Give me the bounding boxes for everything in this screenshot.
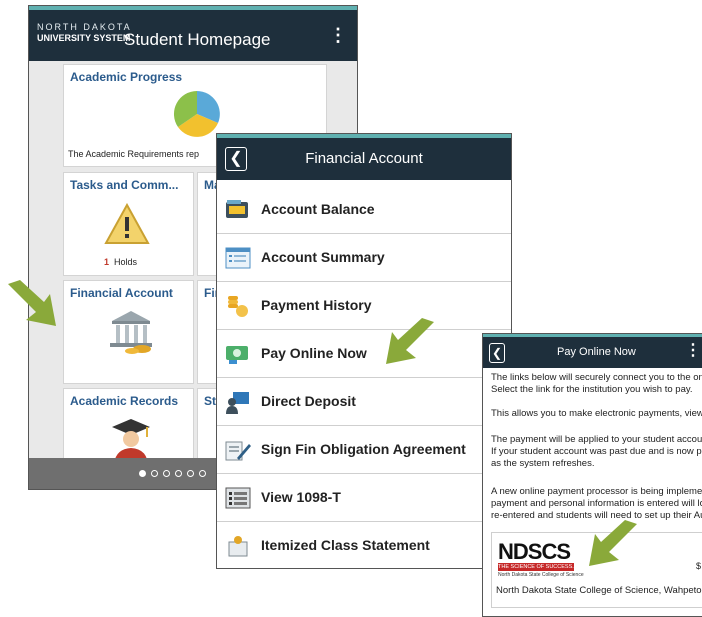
institution-name: North Dakota State College of Science, W… [496, 585, 702, 596]
menu-item-label: Sign Fin Obligation Agreement [261, 441, 466, 457]
page-title: Financial Account [305, 150, 423, 167]
intro-line: The links below will securely connect yo… [491, 372, 702, 383]
tile-academic-records[interactable]: Academic Records [63, 388, 194, 468]
menu-item-label: Account Summary [261, 249, 385, 265]
menu-item-label: Itemized Class Statement [261, 537, 430, 553]
pay-online-header: ❮ Pay Online Now ⋮ [483, 334, 702, 368]
tile-title: Financial Account [70, 286, 173, 300]
menu-item-view-1098t[interactable]: View 1098-T [217, 474, 511, 522]
info-line: This allows you to make electronic payme… [491, 408, 702, 419]
notice-line: payment and personal information is ente… [491, 498, 702, 509]
tile-title: Tasks and Comm... [70, 178, 179, 192]
page-dot[interactable] [163, 470, 170, 477]
page-dot[interactable] [175, 470, 182, 477]
tile-tasks[interactable]: Tasks and Comm... 1 Holds [63, 172, 194, 276]
brand-line-2: UNIVERSITY SYSTEM [37, 33, 131, 43]
sign-icon [225, 441, 251, 461]
pointer-arrow-icon [386, 318, 434, 364]
holds-count: 1 [104, 257, 110, 267]
coins-icon [228, 296, 248, 317]
tile-title: St [204, 394, 216, 408]
menu-item-payment-history[interactable]: Payment History [217, 282, 511, 330]
logo-text: NDSCS [498, 539, 571, 564]
logo-subline: North Dakota State College of Science [498, 572, 584, 578]
page-dot[interactable] [199, 470, 206, 477]
info-line: If your student account was past due and… [491, 446, 702, 457]
page-title: Pay Online Now [557, 346, 636, 358]
menu-item-account-balance[interactable]: Account Balance [217, 186, 511, 234]
info-line: as the system refreshes. [491, 458, 595, 469]
intro-line: Select the link for the institution you … [491, 384, 693, 395]
statement-icon [228, 536, 248, 557]
direct-deposit-icon [226, 392, 249, 414]
summary-icon [225, 247, 251, 269]
financial-header: ❮ Financial Account [217, 134, 511, 180]
page-dot[interactable] [187, 470, 194, 477]
financial-account-screen: ❮ Financial Account Account Balance Acco… [216, 133, 512, 569]
warning-icon [104, 203, 150, 244]
holds-label: Holds [114, 257, 138, 267]
pointer-arrow-icon [8, 280, 56, 326]
tile-title: Academic Progress [70, 70, 183, 84]
menu-item-label: Direct Deposit [261, 393, 356, 409]
pie-chart-icon [173, 90, 220, 137]
amount-fragment: $ [696, 561, 702, 571]
menu-item-label: View 1098-T [261, 489, 341, 505]
brand-line-1: NORTH DAKOTA [37, 22, 132, 32]
wallet-icon [226, 200, 248, 218]
menu-item-direct-deposit[interactable]: Direct Deposit [217, 378, 511, 426]
menu-item-account-summary[interactable]: Account Summary [217, 234, 511, 282]
menu-item-itemized-class-statement[interactable]: Itemized Class Statement [217, 522, 511, 568]
menu-item-label: Pay Online Now [261, 345, 367, 361]
menu-item-sign-fin-obligation[interactable]: Sign Fin Obligation Agreement [217, 426, 511, 474]
menu-item-label: Payment History [261, 297, 372, 313]
menu-item-pay-online-now[interactable]: Pay Online Now [217, 330, 511, 378]
bank-icon [110, 311, 152, 354]
back-button[interactable]: ❮ [489, 343, 505, 363]
form-icon [225, 487, 251, 509]
more-menu-icon[interactable]: ⋮ [685, 343, 701, 359]
page-dot[interactable] [151, 470, 158, 477]
notice-line: A new online payment processor is being … [491, 486, 702, 497]
pointer-arrow-icon [589, 520, 637, 566]
pay-online-icon [226, 346, 248, 364]
logo-tagline: THE SCIENCE OF SUCCESS. [498, 563, 574, 571]
more-menu-icon[interactable]: ⋮ [329, 26, 347, 44]
ndscs-logo: NDSCS THE SCIENCE OF SUCCESS. North Dako… [498, 539, 584, 579]
tile-title: Academic Records [70, 394, 179, 408]
menu-item-label: Account Balance [261, 201, 375, 217]
tile-financial-account[interactable]: Financial Account [63, 280, 194, 384]
page-title: Student Homepage [124, 30, 271, 49]
info-line: The payment will be applied to your stud… [491, 434, 702, 445]
pay-online-screen: ❮ Pay Online Now ⋮ The links below will … [482, 333, 702, 617]
page-dot-active[interactable] [139, 470, 146, 477]
tile-caption: The Academic Requirements rep [68, 149, 200, 159]
homepage-header: NORTH DAKOTA UNIVERSITY SYSTEM Student H… [29, 6, 357, 61]
